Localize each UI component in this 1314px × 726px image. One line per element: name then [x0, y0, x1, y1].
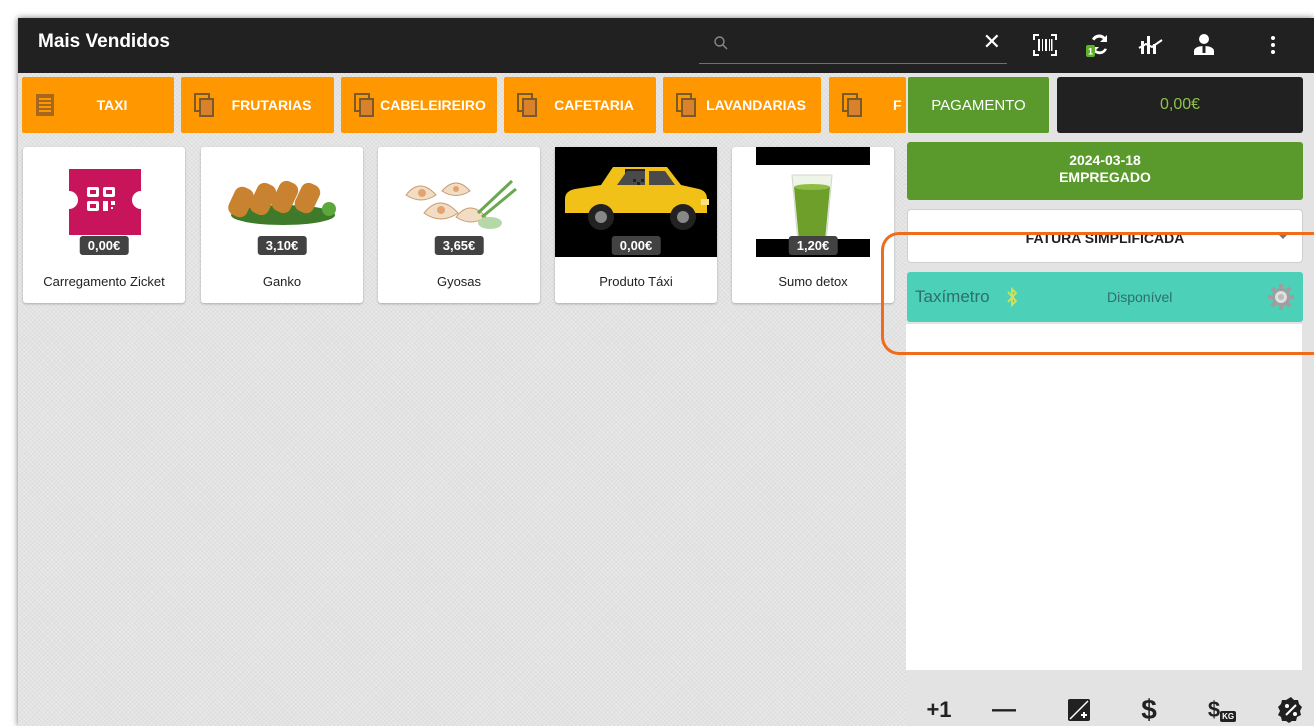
product-card[interactable]: 0,00€ Produto Táxi — [555, 147, 717, 303]
stats-chart-icon[interactable] — [1136, 30, 1166, 60]
category-tab-lavandarias[interactable]: LAVANDARIAS — [663, 77, 821, 133]
minus-button[interactable]: — — [984, 693, 1024, 726]
product-price: 3,65€ — [434, 236, 484, 255]
plus-one-button[interactable]: +1 — [917, 693, 961, 726]
product-name: Gyosas — [436, 274, 482, 289]
product-name: Carregamento Zicket — [43, 274, 165, 289]
sync-icon[interactable]: 1 — [1081, 30, 1115, 60]
category-tab-label: F — [893, 97, 902, 113]
product-price: 1,20€ — [788, 236, 838, 255]
category-tab-partial[interactable]: F — [829, 77, 906, 133]
price-button[interactable]: $ — [1132, 693, 1166, 726]
product-price: 0,00€ — [611, 236, 661, 255]
product-price: 3,10€ — [257, 236, 307, 255]
order-total: 0,00€ — [1057, 77, 1303, 133]
discount-icon[interactable] — [1274, 693, 1308, 726]
sync-badge: 1 — [1088, 47, 1093, 57]
session-date: 2024-03-18 — [1069, 152, 1141, 168]
search-input[interactable]: ✕ — [699, 26, 1007, 64]
product-name: Sumo detox — [778, 274, 848, 289]
product-card[interactable]: 0,00€ Carregamento Zicket — [23, 147, 185, 303]
session-employee: EMPREGADO — [1059, 169, 1151, 185]
category-tab-cafetaria[interactable]: CAFETARIA — [504, 77, 656, 133]
price-per-kg-button[interactable]: $ KG — [1202, 693, 1242, 726]
session-info[interactable]: 2024-03-18 EMPREGADO — [907, 142, 1303, 200]
close-icon[interactable]: ✕ — [983, 30, 1001, 56]
quantity-edit-icon[interactable] — [1062, 693, 1096, 726]
category-tab-label: FRUTARIAS — [231, 97, 312, 113]
search-icon — [714, 36, 728, 50]
payment-button[interactable]: PAGAMENTO — [908, 77, 1049, 133]
page-title: Mais Vendidos — [38, 31, 170, 52]
category-tab-label: CAFETARIA — [554, 97, 634, 113]
more-vert-icon[interactable] — [1258, 30, 1288, 60]
order-list[interactable] — [906, 324, 1302, 670]
product-card[interactable]: 1,20€ Sumo detox — [732, 147, 894, 303]
barcode-icon[interactable] — [1030, 30, 1060, 60]
product-name: Ganko — [262, 274, 302, 289]
user-icon[interactable] — [1189, 30, 1219, 60]
category-tab-label: TAXI — [96, 97, 128, 113]
category-tab-taxi[interactable]: TAXI — [22, 77, 174, 133]
dollar-symbol: $ — [1207, 696, 1221, 722]
kg-badge: KG — [1220, 711, 1237, 722]
highlight-annotation — [881, 232, 1314, 355]
app-window: Mais Vendidos ✕ 1 TAXI FRUTARIAS CABELEI… — [18, 18, 1314, 726]
category-tab-label: CABELEIREIRO — [380, 97, 486, 113]
product-card[interactable]: 3,10€ Ganko — [201, 147, 363, 303]
copy-icon — [842, 93, 862, 117]
product-price: 0,00€ — [79, 236, 129, 255]
category-tab-frutarias[interactable]: FRUTARIAS — [181, 77, 334, 133]
product-name: Produto Táxi — [599, 274, 673, 289]
category-tab-label: LAVANDARIAS — [706, 97, 806, 113]
product-card[interactable]: 3,65€ Gyosas — [378, 147, 540, 303]
top-bar: Mais Vendidos ✕ 1 — [18, 18, 1314, 73]
category-tab-cabeleireiro[interactable]: CABELEIREIRO — [341, 77, 497, 133]
